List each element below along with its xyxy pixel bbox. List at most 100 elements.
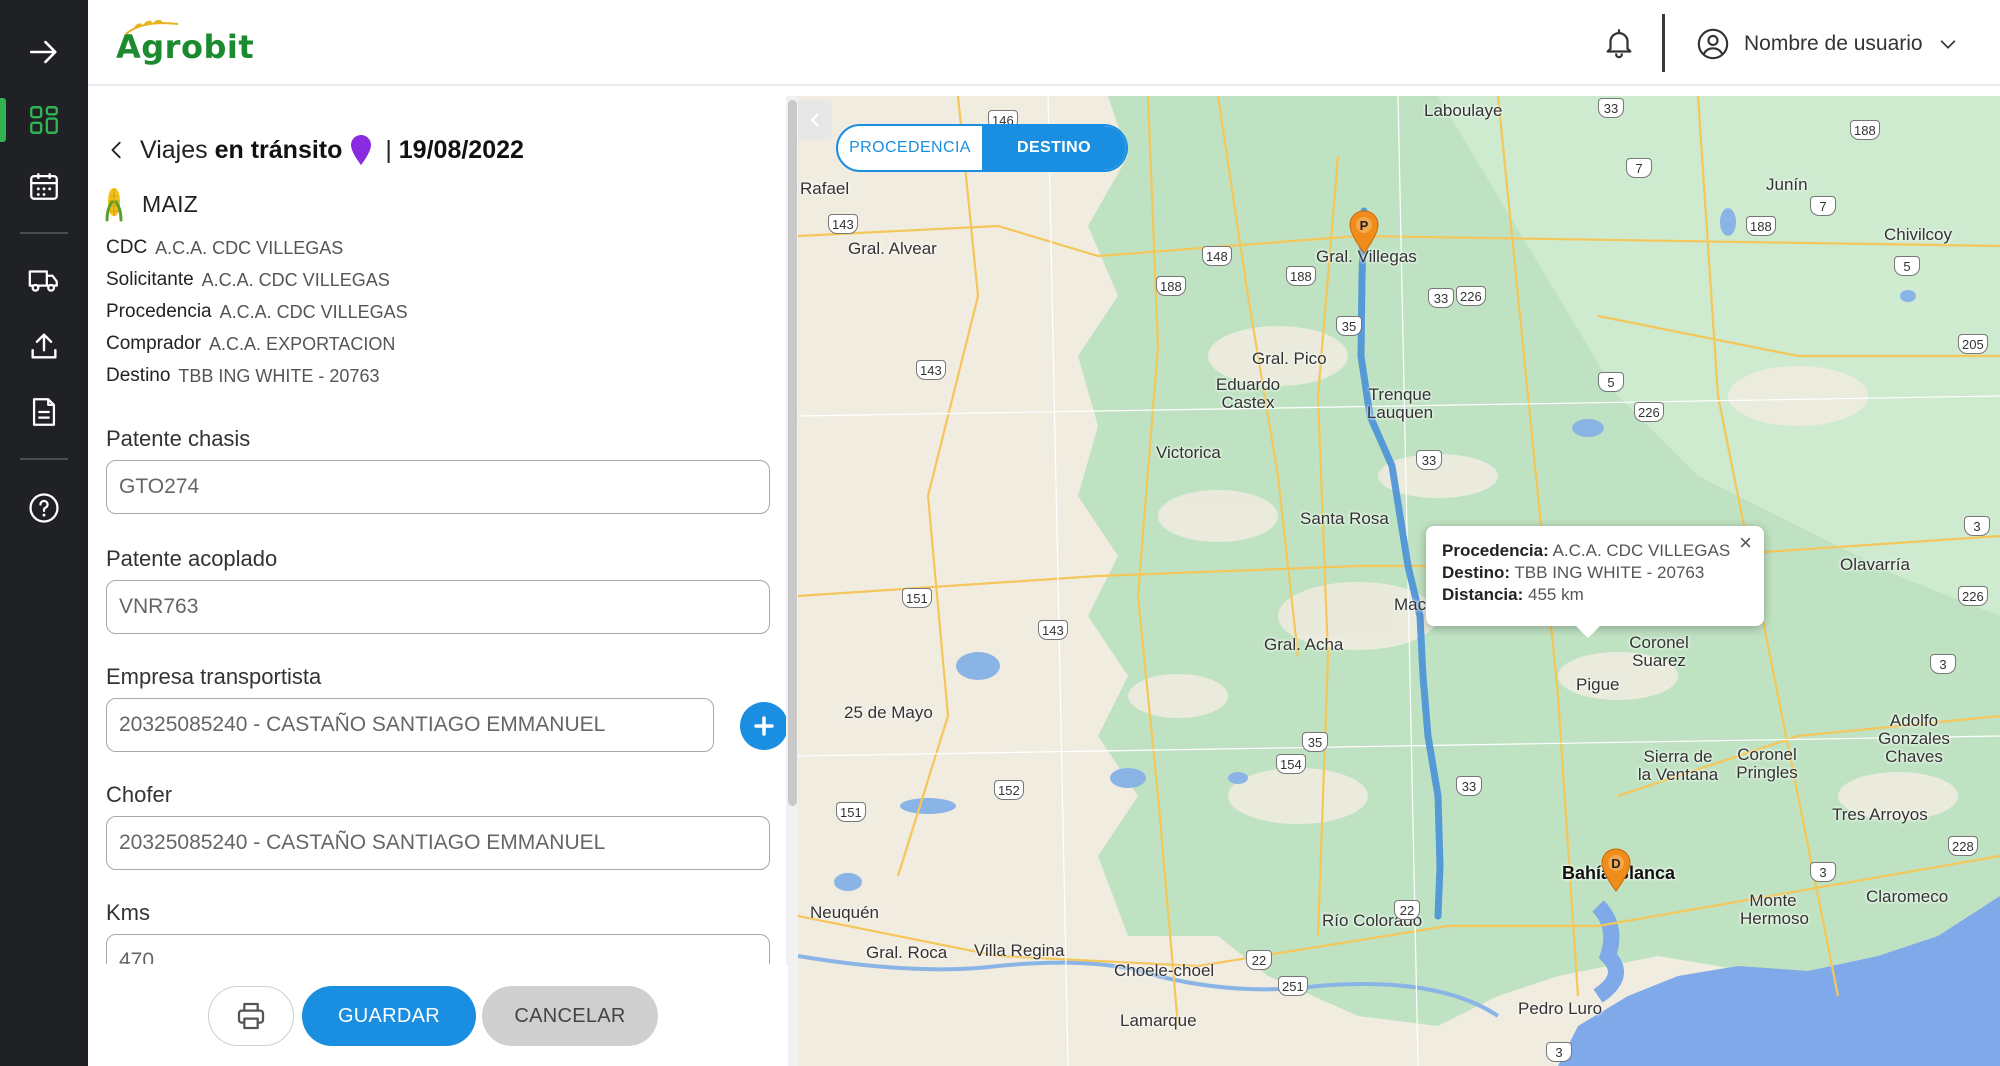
printer-icon (237, 1002, 265, 1030)
print-button[interactable] (208, 986, 294, 1046)
calendar-icon (30, 173, 58, 200)
route-map[interactable]: Laboulaye Junín Rafael Gral. Alvear Chiv… (798, 96, 2000, 1066)
info-value: A.C.A. CDC VILLEGAS (219, 301, 408, 322)
form-actions: GUARDAR CANCELAR (88, 966, 788, 1066)
place-label: Mac (1394, 595, 1427, 614)
app-logo[interactable]: Agrobit (116, 18, 286, 74)
road-shield: 151 (902, 588, 932, 608)
road-shield: 148 (1202, 246, 1232, 266)
chassis-input[interactable]: GTO274 (106, 460, 770, 514)
road-shield: 188 (1286, 266, 1316, 286)
popup-destination: Destino: TBB ING WHITE - 20763 (1442, 562, 1748, 584)
road-shield: 3 (1810, 862, 1836, 882)
nav-calendar[interactable] (0, 154, 88, 218)
trailer-field: Patente acoplado VNR763 (106, 546, 770, 634)
corn-icon (105, 188, 123, 222)
place-label: Gral. Roca (866, 943, 948, 962)
road-shield: 143 (916, 360, 946, 380)
road-shield: 151 (836, 802, 866, 822)
app-name: Agrobit (116, 28, 255, 66)
place-label: Sierra de la Ventana (1637, 747, 1719, 784)
place-label: Choele-choel (1114, 961, 1215, 980)
info-solicitante: Solicitante A.C.A. CDC VILLEGAS (106, 264, 408, 296)
road-shield: 3 (1930, 654, 1956, 674)
upload-icon (31, 333, 57, 359)
destination-marker-label: D (1611, 856, 1620, 871)
save-button[interactable]: GUARDAR (302, 986, 476, 1046)
popup-value: TBB ING WHITE - 20763 (1514, 563, 1705, 582)
nav-documents[interactable] (0, 380, 88, 444)
chevron-down-icon (1940, 40, 1955, 49)
expand-menu-button[interactable] (0, 20, 88, 84)
carrier-label: Empresa transportista (106, 664, 322, 689)
road-shield: 5 (1598, 372, 1624, 392)
nav-dashboard[interactable] (0, 88, 88, 152)
info-comprador: Comprador A.C.A. EXPORTACION (106, 328, 408, 360)
place-label: Junín (1766, 175, 1808, 194)
driver-label: Chofer (106, 782, 173, 807)
road-shield: 188 (1156, 276, 1186, 296)
nav-upload[interactable] (0, 314, 88, 378)
form-scroll-area[interactable]: Viajes en tránsito | 19/08/2022 MAIZ CDC… (88, 96, 788, 964)
place-label: Chivilcoy (1884, 225, 1953, 244)
toggle-destination[interactable]: DESTINO (982, 126, 1126, 170)
product-name: MAIZ (142, 190, 199, 217)
info-value: TBB ING WHITE - 20763 (178, 365, 380, 386)
popup-value: A.C.A. CDC VILLEGAS (1552, 541, 1731, 560)
trailer-input[interactable]: VNR763 (106, 580, 770, 634)
place-label: Pigue (1576, 675, 1620, 694)
nav-separator (20, 458, 68, 460)
toggle-origin[interactable]: PROCEDENCIA (838, 126, 982, 170)
cancel-button[interactable]: CANCELAR (482, 986, 658, 1046)
road-shield: 33 (1428, 288, 1454, 308)
info-value: A.C.A. CDC VILLEGAS (155, 237, 344, 258)
road-shield: 7 (1626, 158, 1652, 178)
place-label: Gral. Pico (1252, 349, 1327, 368)
carrier-select[interactable]: 20325085240 - CASTAÑO SANTIAGO EMMANUEL (106, 698, 714, 752)
road-shield: 33 (1598, 98, 1624, 118)
top-header: Agrobit Nombre de usuario (88, 0, 2000, 86)
place-label: Villa Regina (974, 941, 1065, 960)
trip-date: 19/08/2022 (398, 135, 524, 164)
collapse-panel-button[interactable] (798, 100, 832, 140)
info-procedencia: Procedencia A.C.A. CDC VILLEGAS (106, 296, 408, 328)
add-carrier-button[interactable] (740, 702, 788, 750)
dashboard-icon (30, 106, 58, 134)
place-label: Lamarque (1120, 1011, 1197, 1030)
title-status: en tránsito (214, 135, 343, 164)
place-label: Tres Arroyos (1832, 805, 1928, 824)
road-shield: 228 (1948, 836, 1978, 856)
place-label: Olavarría (1840, 555, 1910, 574)
page-title: Viajes en tránsito | 19/08/2022 (102, 130, 524, 170)
close-icon[interactable]: × (1739, 530, 1752, 556)
truck-icon (28, 270, 58, 292)
destination-marker[interactable]: D (1600, 848, 1632, 892)
kms-label: Kms (106, 900, 150, 925)
origin-marker-label: P (1360, 218, 1369, 233)
info-key: Comprador (106, 333, 202, 354)
place-label: Gral. Acha (1264, 635, 1344, 654)
popup-key: Distancia: (1442, 585, 1524, 604)
notifications-button[interactable] (1598, 22, 1640, 64)
driver-select[interactable]: 20325085240 - CASTAÑO SANTIAGO EMMANUEL (106, 816, 770, 870)
kms-input[interactable]: 470 (106, 934, 770, 964)
road-shield: 154 (1276, 754, 1306, 774)
chassis-label: Patente chasis (106, 426, 251, 451)
info-cdc: CDC A.C.A. CDC VILLEGAS (106, 232, 408, 264)
nav-help[interactable] (0, 476, 88, 540)
road-shield: 188 (1746, 216, 1776, 236)
info-key: Procedencia (106, 301, 212, 322)
place-label: Victorica (1156, 443, 1221, 462)
user-menu[interactable]: Nombre de usuario (1696, 24, 1959, 64)
info-key: Destino (106, 365, 171, 386)
place-label: Rafael (800, 179, 850, 198)
popup-tail (1576, 626, 1600, 638)
origin-marker[interactable]: P (1348, 210, 1380, 254)
info-value: A.C.A. CDC VILLEGAS (201, 269, 390, 290)
panel-scrollbar-thumb[interactable] (788, 100, 797, 806)
place-label: Neuquén (810, 903, 880, 922)
back-button[interactable] (102, 134, 132, 166)
route-info-popup: × Procedencia: A.C.A. CDC VILLEGAS Desti… (1426, 526, 1764, 638)
road-shield: 205 (1958, 334, 1988, 354)
nav-trips[interactable] (0, 248, 88, 312)
